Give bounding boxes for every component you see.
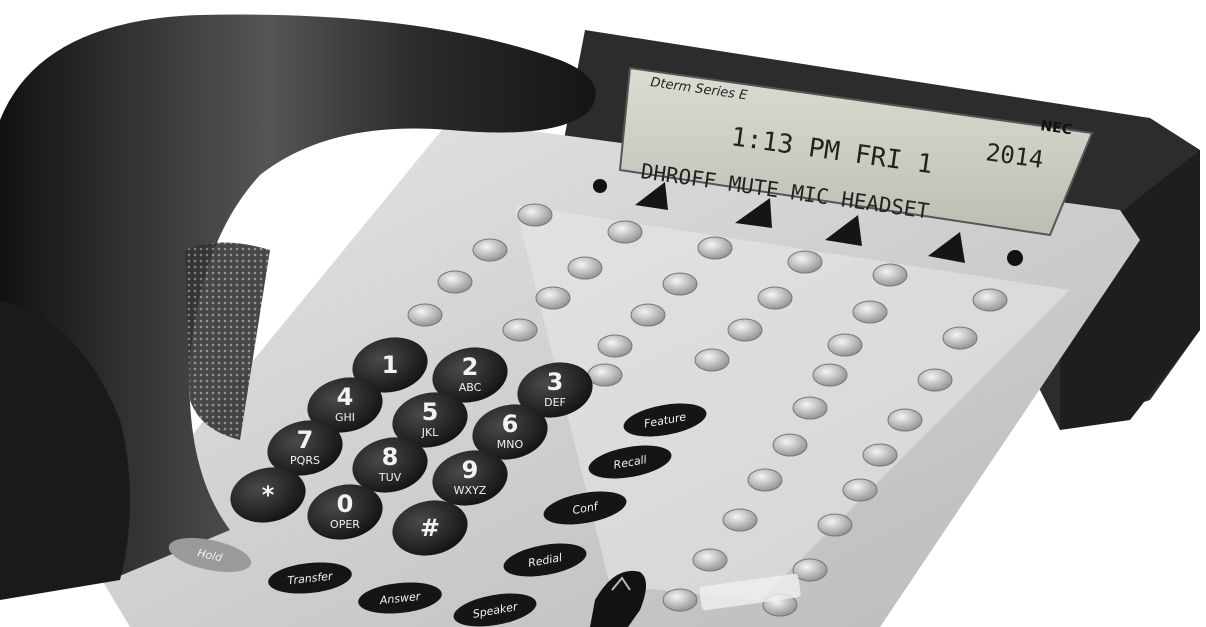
line-key-22[interactable] [812, 363, 848, 387]
dial-key-number: 4 [337, 383, 354, 411]
line-key-6[interactable] [472, 238, 508, 262]
line-key-29[interactable] [747, 468, 783, 492]
dial-key-number: 3 [547, 368, 564, 396]
dial-key-number: 9 [462, 456, 479, 484]
indicator-led-right [1007, 250, 1023, 266]
line-key-2[interactable] [607, 220, 643, 244]
line-key-31[interactable] [722, 508, 758, 532]
dial-key-letters: DEF [544, 396, 566, 409]
line-key-5[interactable] [872, 263, 908, 287]
dial-key-letters: TUV [378, 471, 402, 484]
line-key-26[interactable] [887, 408, 923, 432]
line-key-25[interactable] [792, 396, 828, 420]
indicator-led-left [593, 179, 607, 193]
line-key-18[interactable] [407, 303, 443, 327]
dial-key-number: 1 [382, 351, 399, 379]
line-key-4[interactable] [787, 250, 823, 274]
dial-key-number: 2 [462, 353, 479, 381]
line-key-7[interactable] [567, 256, 603, 280]
dial-key-number: 7 [297, 426, 314, 454]
phone-photo: Dterm Series E NEC 1:13 PM FRI 1 2014 DH… [0, 0, 1206, 627]
line-key-35[interactable] [662, 588, 698, 612]
dial-key-letters: OPER [330, 518, 360, 531]
dial-key-number: 8 [382, 443, 399, 471]
line-key-21[interactable] [694, 348, 730, 372]
line-key-24[interactable] [587, 363, 623, 387]
line-key-20[interactable] [597, 334, 633, 358]
line-key-10[interactable] [852, 300, 888, 324]
dial-key-number: # [420, 514, 440, 542]
line-key-12[interactable] [437, 270, 473, 294]
line-key-19[interactable] [502, 318, 538, 342]
desk-phone: Dterm Series E NEC 1:13 PM FRI 1 2014 DH… [0, 14, 1200, 627]
dial-key-letters: MNO [497, 438, 524, 451]
line-key-23[interactable] [917, 368, 953, 392]
line-key-13[interactable] [535, 286, 571, 310]
line-key-9[interactable] [757, 286, 793, 310]
dial-key-number: 6 [502, 410, 519, 438]
line-key-30[interactable] [842, 478, 878, 502]
line-key-33[interactable] [692, 548, 728, 572]
dial-key-letters: PQRS [290, 454, 320, 467]
dial-key-number: * [262, 481, 275, 509]
dial-key-letters: ABC [459, 381, 482, 394]
line-key-15[interactable] [727, 318, 763, 342]
line-key-14[interactable] [630, 303, 666, 327]
line-key-3[interactable] [697, 236, 733, 260]
dial-key-letters: WXYZ [454, 484, 487, 497]
line-key-32[interactable] [817, 513, 853, 537]
dial-key-number: 5 [422, 398, 439, 426]
line-key-27[interactable] [772, 433, 808, 457]
line-key-1[interactable] [517, 203, 553, 227]
dial-key-letters: GHI [335, 411, 355, 424]
dial-key-number: 0 [337, 490, 354, 518]
line-key-28[interactable] [862, 443, 898, 467]
line-key-11[interactable] [972, 288, 1008, 312]
line-key-17[interactable] [942, 326, 978, 350]
line-key-8[interactable] [662, 272, 698, 296]
line-key-16[interactable] [827, 333, 863, 357]
dial-key-letters: JKL [421, 426, 439, 439]
